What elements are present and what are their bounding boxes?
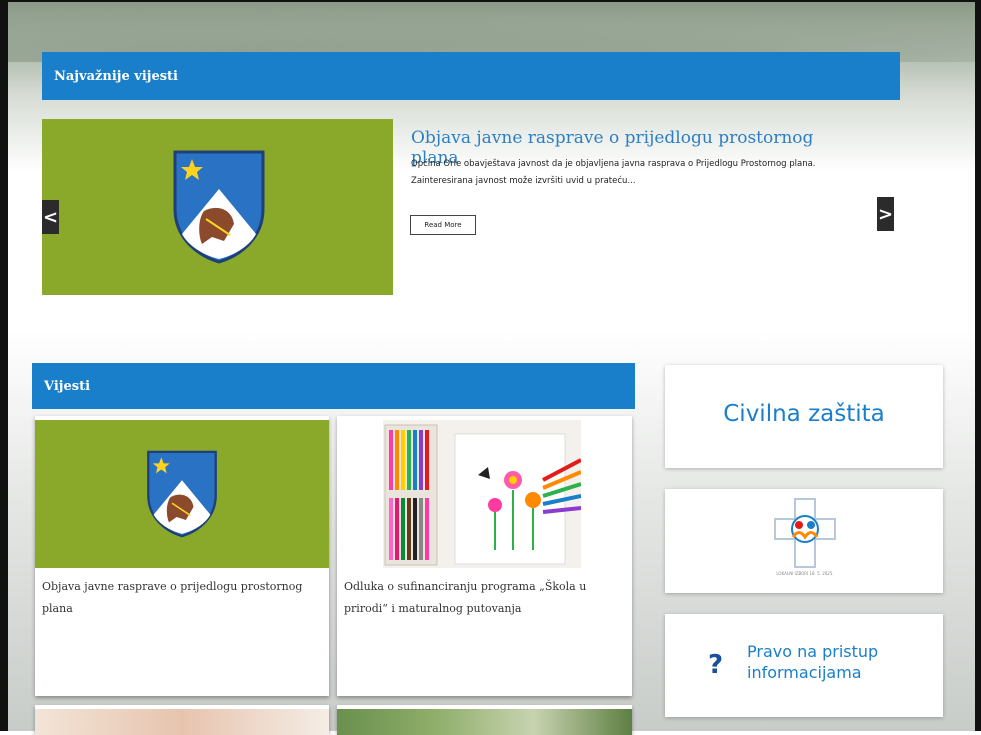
coat-of-arms-icon — [147, 450, 217, 538]
question-icon: ? — [708, 650, 724, 680]
news-card[interactable]: Odluka o sufinanciranju programa „Škola … — [337, 416, 632, 696]
news-card-title[interactable]: Objava javne rasprave o prijedlogu prost… — [42, 576, 322, 620]
news-card-image — [35, 420, 329, 568]
civilna-zastita-banner[interactable]: Civilna zaštita — [665, 365, 943, 468]
pravo-na-pristup-banner[interactable]: ? Pravo na pristup informacijama — [665, 614, 943, 717]
elections-logo-icon — [774, 498, 836, 568]
elections-banner[interactable]: LOKALNI IZBORI 18. 5. 2025. — [665, 489, 943, 593]
window-frame-left — [0, 0, 8, 731]
window-frame-right — [975, 0, 981, 731]
slide-excerpt: Općina Orle obavještava javnost da je ob… — [411, 159, 816, 186]
coat-of-arms-icon — [173, 150, 265, 264]
carousel-prev-button[interactable]: < — [42, 200, 59, 234]
news-card-image — [337, 709, 632, 735]
carousel-next-button[interactable]: > — [877, 197, 894, 231]
news-card-title[interactable]: Odluka o sufinanciranju programa „Škola … — [344, 576, 624, 620]
featured-news-header: Najvažnije vijesti — [42, 52, 900, 100]
chevron-left-icon: < — [42, 206, 59, 228]
read-more-button[interactable]: Read More — [410, 215, 476, 235]
civilna-zastita-label: Civilna zaštita — [723, 401, 885, 427]
pravo-na-pristup-label: Pravo na pristup informacijama — [747, 642, 879, 682]
news-card[interactable]: Objava javne rasprave o prijedlogu prost… — [35, 416, 329, 696]
news-card-image — [35, 709, 329, 735]
markers-drawing-image — [383, 420, 581, 568]
chevron-right-icon: > — [877, 203, 894, 225]
elections-caption: LOKALNI IZBORI 18. 5. 2025. — [776, 571, 834, 576]
news-header: Vijesti — [32, 363, 635, 409]
slide-image[interactable] — [42, 119, 393, 295]
